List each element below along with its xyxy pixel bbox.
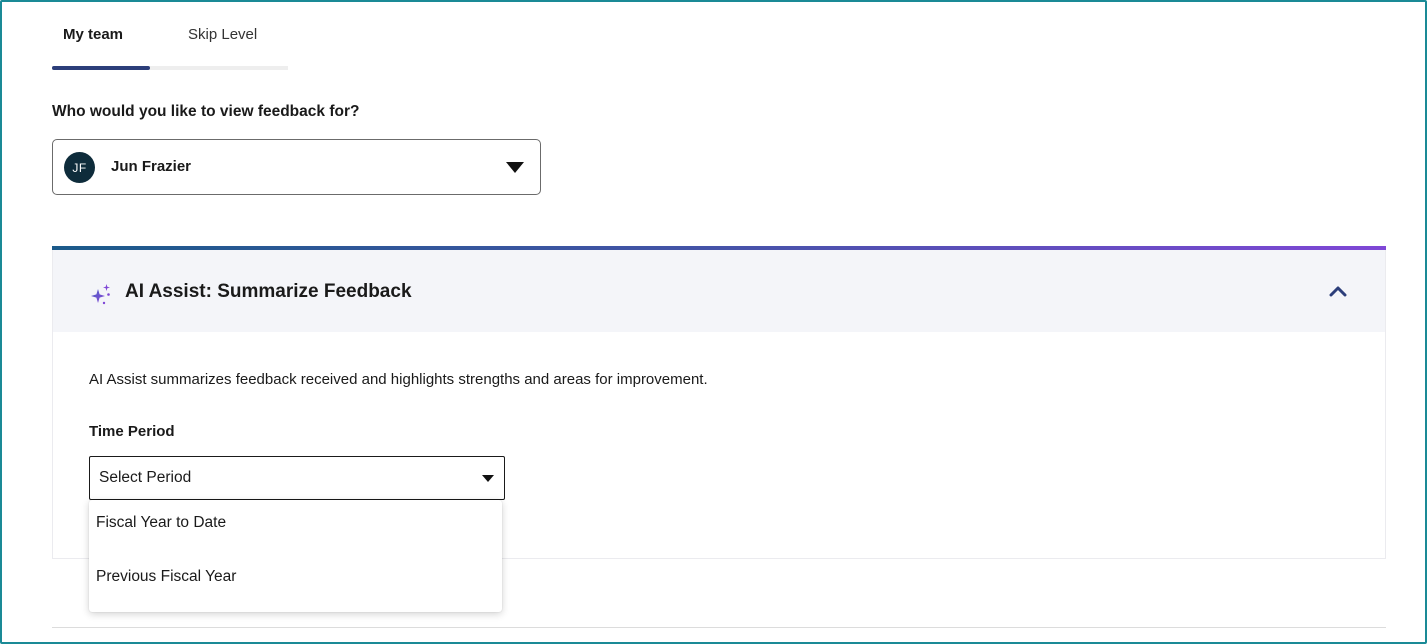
menu-item-fiscal-year-to-date[interactable]: Fiscal Year to Date xyxy=(89,500,502,550)
caret-down-icon xyxy=(506,162,524,173)
period-select-value: Select Period xyxy=(99,469,192,486)
time-period-label: Time Period xyxy=(89,423,175,440)
divider xyxy=(52,627,1386,628)
time-period-select[interactable]: Select Period xyxy=(89,456,505,500)
person-select[interactable]: JF Jun Frazier xyxy=(52,139,541,195)
menu-item-label: Fiscal Year to Date xyxy=(96,514,227,531)
avatar: JF xyxy=(64,152,95,183)
caret-down-icon xyxy=(482,475,494,482)
tab-bar: My team Skip Level xyxy=(52,20,288,70)
ai-assist-title: AI Assist: Summarize Feedback xyxy=(125,281,412,302)
chevron-up-icon[interactable] xyxy=(1329,284,1347,298)
sparkle-icon xyxy=(91,284,110,305)
feedback-question-label: Who would you like to view feedback for? xyxy=(52,103,360,120)
tab-skip-level[interactable]: Skip Level xyxy=(188,26,257,43)
ai-assist-description: AI Assist summarizes feedback received a… xyxy=(89,371,708,388)
ai-assist-panel-header[interactable]: AI Assist: Summarize Feedback xyxy=(53,250,1385,332)
page-frame: My team Skip Level Who would you like to… xyxy=(0,0,1427,644)
active-tab-indicator xyxy=(52,66,150,70)
tab-my-team[interactable]: My team xyxy=(63,26,123,43)
menu-item-previous-fiscal-year[interactable]: Previous Fiscal Year xyxy=(89,554,502,604)
menu-item-label: Previous Fiscal Year xyxy=(96,568,237,585)
selected-person-name: Jun Frazier xyxy=(111,158,192,175)
period-dropdown-menu: Fiscal Year to Date Previous Fiscal Year xyxy=(89,500,502,612)
